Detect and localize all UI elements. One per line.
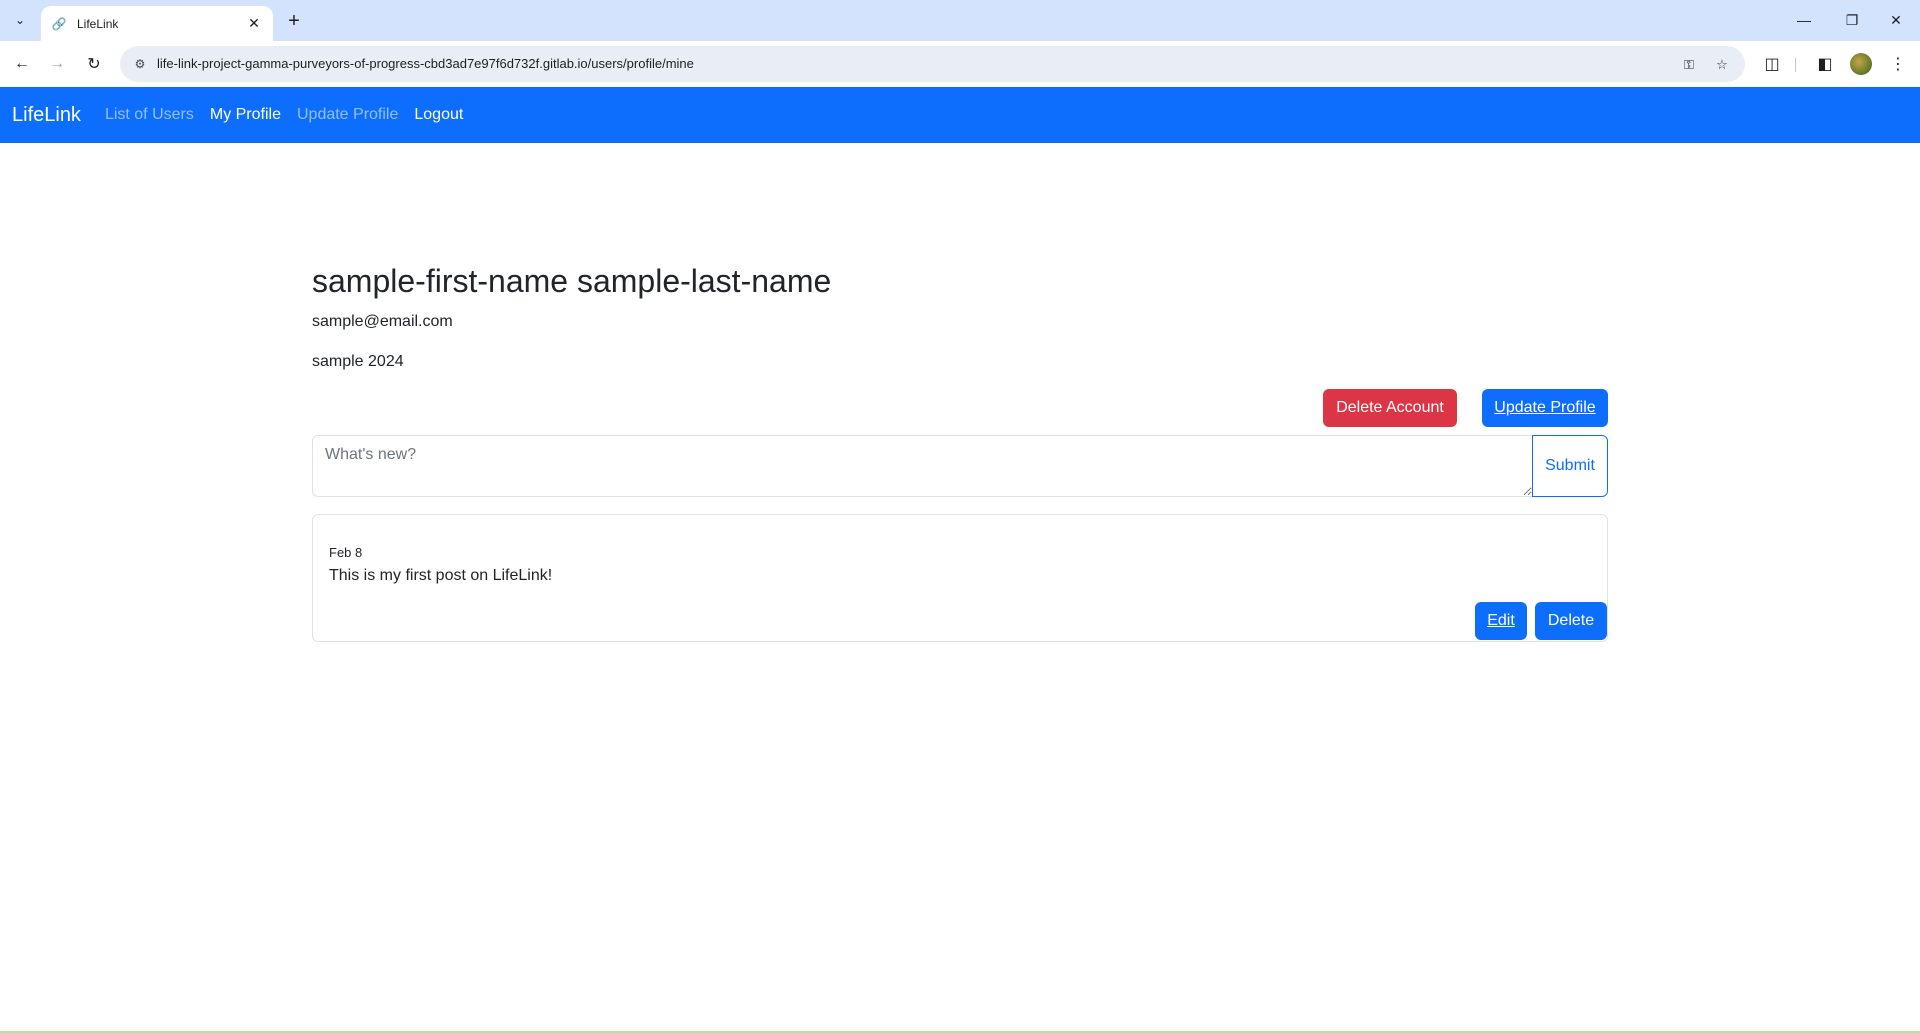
nav-logout[interactable]: Logout [414,106,463,124]
brand-logo[interactable]: LifeLink [12,104,81,127]
post-text: This is my first post on LifeLink! [329,567,553,584]
reload-icon[interactable]: ↻ [82,52,106,76]
more-menu-icon[interactable]: ⋮ [1890,52,1906,76]
browser-toolbar: ← → ↻ ⚙ life-link-project-gamma-purveyor… [0,41,1920,87]
bookmark-star-icon[interactable]: ☆ [1713,56,1731,74]
browser-tab[interactable]: 🔗 LifeLink ✕ [41,6,273,41]
side-panel-icon[interactable]: ◧ [1813,52,1837,76]
minimize-icon[interactable]: — [1792,8,1816,32]
restore-icon[interactable]: ❐ [1840,8,1864,32]
whats-new-input[interactable] [312,435,1533,497]
app-navbar: LifeLink List of Users My Profile Update… [0,87,1920,143]
new-tab-icon[interactable]: + [282,9,306,33]
profile-email: sample@email.com [312,313,453,330]
profile-name: sample-first-name sample-last-name [312,263,832,299]
site-settings-icon[interactable]: ⚙ [132,56,148,72]
nav-update-profile[interactable]: Update Profile [297,106,398,124]
post-card: Feb 8 This is my first post on LifeLink!… [312,514,1608,642]
forward-icon[interactable]: → [45,52,69,76]
close-tab-icon[interactable]: ✕ [245,15,263,33]
delete-account-button[interactable]: Delete Account [1323,389,1457,427]
link-icon: 🔗 [51,16,67,31]
edit-post-button[interactable]: Edit [1475,602,1527,640]
password-key-icon[interactable]: ⚿ [1680,56,1698,74]
close-window-icon[interactable]: ✕ [1884,8,1908,32]
post-date: Feb 8 [329,545,363,560]
profile-bio: sample 2024 [312,353,404,370]
delete-post-button[interactable]: Delete [1535,602,1607,640]
extensions-icon[interactable]: ◫ [1760,52,1784,76]
back-icon[interactable]: ← [10,52,34,76]
post-composer: Submit [312,435,1608,497]
tab-search-icon[interactable]: ⌄ [8,8,32,32]
address-bar[interactable]: ⚙ life-link-project-gamma-purveyors-of-p… [120,46,1745,82]
profile-avatar[interactable] [1850,53,1872,75]
tab-title: LifeLink [77,16,119,31]
url-text: life-link-project-gamma-purveyors-of-pro… [157,56,694,71]
browser-tabstrip: ⌄ 🔗 LifeLink ✕ + — ❐ ✕ [0,0,1920,41]
submit-button[interactable]: Submit [1532,435,1608,497]
update-profile-button[interactable]: Update Profile [1482,389,1608,427]
toolbar-divider [1795,58,1796,72]
nav-my-profile[interactable]: My Profile [210,106,281,124]
nav-list-of-users[interactable]: List of Users [105,106,194,124]
